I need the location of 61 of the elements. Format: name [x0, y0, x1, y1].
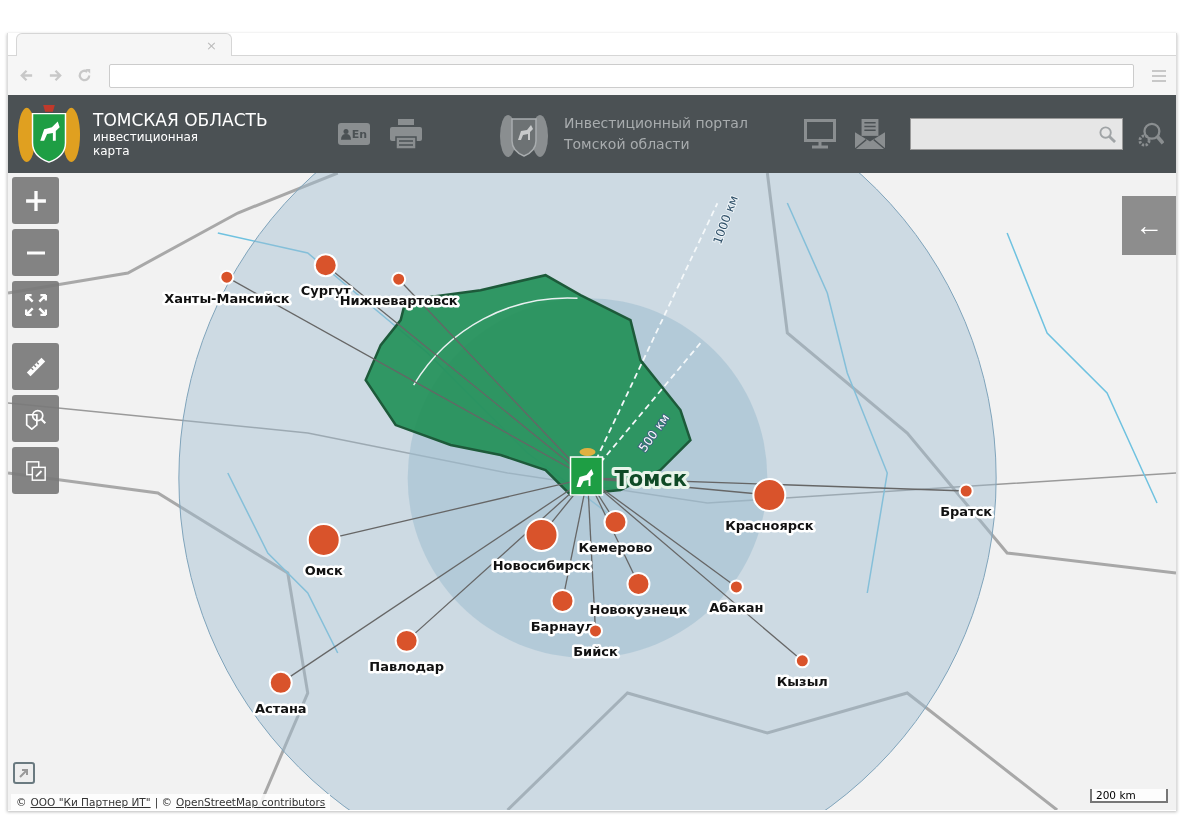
- city-marker[interactable]: [794, 653, 810, 669]
- plus-icon: [24, 189, 47, 212]
- person-icon: [340, 128, 351, 140]
- city-marker[interactable]: [268, 670, 293, 695]
- company-link[interactable]: ООО "Ки Партнер ИТ": [30, 796, 151, 808]
- monitor-icon[interactable]: [804, 119, 836, 149]
- city-marker[interactable]: [728, 579, 744, 595]
- city-marker[interactable]: [306, 522, 341, 557]
- city-marker[interactable]: [550, 588, 575, 613]
- city-label: Новокузнецк: [589, 601, 688, 617]
- portal-link[interactable]: Инвестиционный портал Томской области: [564, 113, 769, 155]
- city-label: Новосибирск: [492, 557, 591, 573]
- city-label: Кызыл: [776, 674, 828, 690]
- fullscreen-button[interactable]: [12, 281, 59, 328]
- emblem-icon: [17, 102, 81, 166]
- overview-toggle-icon[interactable]: [13, 762, 35, 784]
- zoom-in-button[interactable]: [12, 177, 59, 224]
- expand-icon: [24, 293, 47, 316]
- ruler-icon: [24, 355, 47, 378]
- city-marker[interactable]: [313, 253, 338, 278]
- region-title: ТОМСКАЯ ОБЛАСТЬ: [93, 110, 269, 130]
- city-label: Омск: [304, 562, 343, 578]
- city-label: Кемерово: [578, 539, 653, 555]
- copyright-text: ©: [16, 796, 27, 808]
- city-marker[interactable]: [958, 483, 974, 499]
- link-copy-icon: [24, 459, 47, 482]
- map-subtitle: инвестиционная карта: [93, 130, 200, 158]
- copyright-text: | ©: [154, 796, 172, 808]
- address-field[interactable]: [109, 63, 1134, 88]
- city-label: Бийск: [573, 644, 618, 660]
- city-marker[interactable]: [603, 510, 628, 534]
- city-marker[interactable]: [391, 271, 407, 287]
- close-tab-button[interactable]: ×: [206, 38, 217, 52]
- panel-toggle-button[interactable]: ←: [1122, 196, 1176, 255]
- measure-button[interactable]: [12, 343, 59, 390]
- city-label: Братск: [940, 504, 993, 520]
- city-emblem-icon[interactable]: [569, 448, 604, 496]
- language-button[interactable]: En: [338, 123, 370, 145]
- home-city-label: Томск: [614, 467, 687, 491]
- scale-bar: 200 km: [1090, 789, 1168, 803]
- osm-link[interactable]: OpenStreetMap contributors: [176, 796, 326, 808]
- printer-icon[interactable]: [390, 119, 422, 149]
- city-marker[interactable]: [394, 628, 419, 653]
- city-label: Барнаул: [530, 618, 595, 634]
- browser-tab[interactable]: ×: [16, 33, 232, 56]
- city-marker[interactable]: [524, 518, 559, 552]
- area-search-button[interactable]: [12, 395, 59, 442]
- city-label: Астана: [254, 700, 307, 716]
- city-label: Красноярск: [725, 517, 814, 533]
- zoom-out-button[interactable]: [12, 229, 59, 276]
- city-marker[interactable]: [626, 571, 651, 596]
- mail-icon[interactable]: [854, 119, 886, 149]
- city-marker[interactable]: [219, 269, 235, 285]
- shield-search-icon: [24, 407, 47, 430]
- search-field[interactable]: [910, 118, 1123, 150]
- city-label: Абакан: [709, 600, 764, 616]
- share-link-button[interactable]: [12, 447, 59, 494]
- search-settings-icon[interactable]: [1138, 121, 1164, 147]
- minus-icon: [24, 250, 47, 255]
- distance-label: 1000 км: [710, 193, 741, 246]
- city-label: Павлодар: [369, 658, 445, 674]
